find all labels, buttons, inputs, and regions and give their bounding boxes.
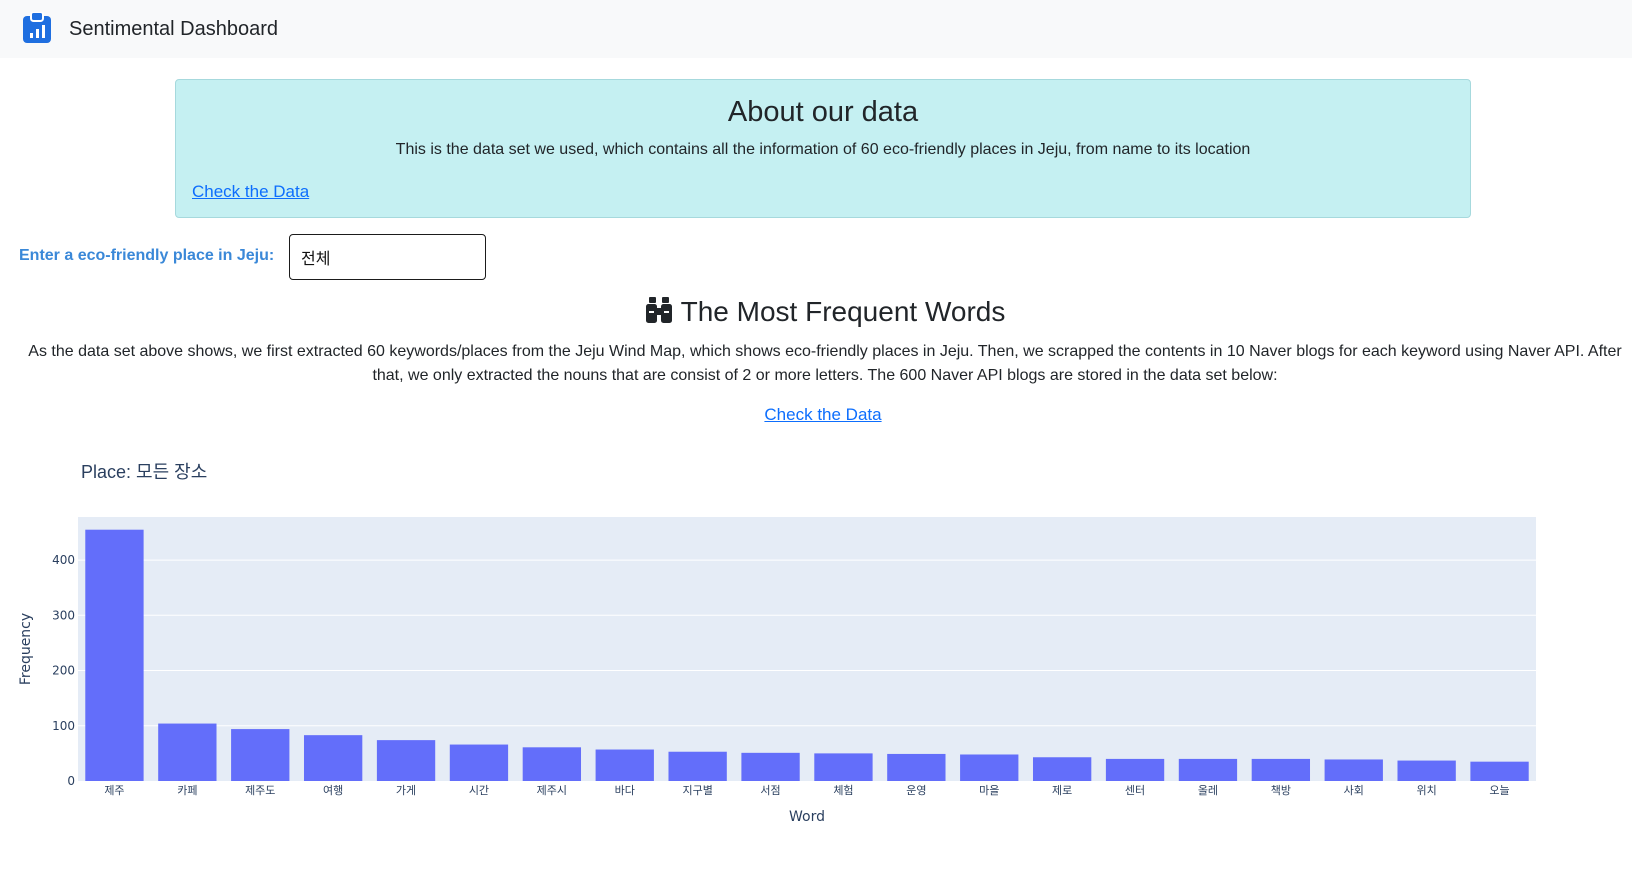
bar[interactable] [1324,759,1383,781]
navbar: Sentimental Dashboard [0,0,1632,58]
x-tick-label: 서점 [760,784,780,797]
about-description: This is the data set we used, which cont… [395,141,1251,158]
bar[interactable] [1397,760,1456,781]
frequent-words-description: As the data set above shows, we first ex… [0,340,1632,388]
x-tick-label: 올레 [1198,784,1218,797]
x-tick-label: 지구별 [682,784,712,797]
y-tick-label: 0 [67,774,75,788]
clipboard-chart-icon[interactable] [22,12,52,44]
bar[interactable] [741,752,800,781]
y-tick-label: 400 [52,553,75,567]
bar[interactable] [887,753,946,781]
bar[interactable] [595,749,654,781]
x-tick-label: 사회 [1344,784,1364,797]
chart-title: Place: 모든 장소 [81,462,208,482]
plot-background [78,517,1536,781]
x-tick-label: 제주도 [245,784,275,797]
bar[interactable] [522,747,582,781]
bar[interactable] [1470,761,1529,781]
x-tick-label: 바다 [615,784,635,797]
bar[interactable] [231,729,290,781]
x-tick-label: 운영 [906,784,926,797]
x-axis-label: Word [789,809,825,825]
bar[interactable] [960,754,1019,781]
description-line-2: that, we only extracted the nouns that a… [372,367,1278,384]
frequent-words-heading: The Most Frequent Words [0,296,1632,328]
x-tick-label: 카페 [177,784,197,797]
bar[interactable] [1105,758,1165,781]
y-axis-label: Frequency [18,613,34,685]
bar[interactable] [1251,758,1311,781]
x-tick-label: 제로 [1052,784,1072,797]
check-data-link-blogs[interactable]: Check the Data [764,405,881,424]
bar[interactable] [303,735,363,781]
bar[interactable] [1032,757,1092,781]
description-line-1: As the data set above shows, we first ex… [28,343,1622,360]
about-title: About our data [727,96,919,128]
x-tick-label: 센터 [1125,784,1145,797]
check-data-link-about[interactable]: Check the Data [192,182,309,202]
x-tick-label: 마을 [979,784,999,797]
bar[interactable] [668,751,727,781]
check-data-link-container: Check the Data [0,405,1632,425]
bar[interactable] [1178,758,1238,781]
x-tick-label: 시간 [469,784,489,797]
about-data-card: About our data This is the data set we u… [175,79,1471,218]
bar[interactable] [376,740,436,781]
y-tick-label: 100 [52,719,75,733]
bar[interactable] [814,753,873,781]
x-tick-label: 오늘 [1489,784,1509,797]
bar[interactable] [449,744,509,781]
place-input[interactable] [289,234,486,280]
x-tick-label: 제주 [104,784,124,797]
x-tick-label: 체험 [833,784,853,797]
x-tick-label: 여행 [323,784,343,797]
bar[interactable] [85,529,144,781]
y-tick-label: 300 [52,608,75,622]
x-tick-label: 가게 [396,784,416,797]
frequent-words-title: The Most Frequent Words [680,296,1006,327]
x-tick-label: 위치 [1417,784,1437,797]
x-tick-label: 제주시 [537,784,567,797]
x-tick-label: 책방 [1271,784,1291,797]
place-input-label: Enter a eco-friendly place in Jeju: [19,247,275,264]
binoculars-icon [645,297,672,323]
app-title[interactable]: Sentimental Dashboard [69,17,278,41]
bar[interactable] [158,723,217,781]
frequency-bar-chart[interactable]: 0 100 200 300 400 제주 카페 제주도 여행 가게 시간 제주시 바다 지구별 서점 체험 운영… [0,500,1600,845]
y-tick-label: 200 [52,664,75,678]
